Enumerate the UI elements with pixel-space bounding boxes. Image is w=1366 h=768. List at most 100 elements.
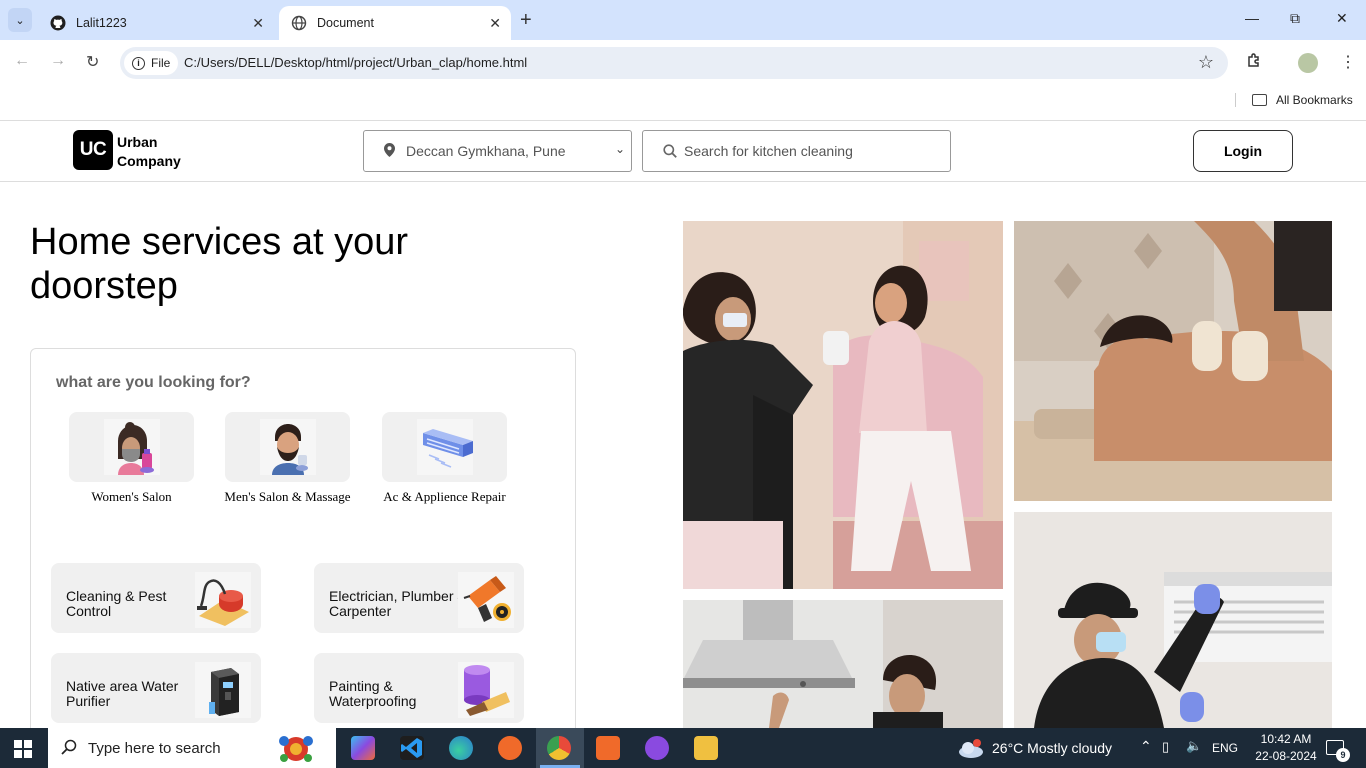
- clock-time: 10:42 AM: [1260, 732, 1312, 746]
- edge-icon[interactable]: [449, 736, 473, 760]
- category-label: Electrician, Plumber & Carpenter: [329, 588, 467, 619]
- service-tile[interactable]: [225, 412, 350, 482]
- logo-text[interactable]: Urban Company: [117, 133, 181, 171]
- web-page: UC Urban Company Deccan Gymkhana, Pune ⌄…: [0, 120, 1366, 728]
- chevron-down-icon: ⌄: [614, 142, 625, 156]
- forward-arrow-icon[interactable]: →: [50, 52, 66, 70]
- login-button[interactable]: Login: [1193, 130, 1293, 172]
- bookmarks-bar: All Bookmarks: [0, 86, 1366, 116]
- close-icon[interactable]: ✕: [489, 15, 501, 32]
- page-title: Home services at your doorstep: [30, 221, 409, 307]
- logo-line: Urban: [117, 134, 158, 150]
- paint-bucket-icon: [458, 662, 514, 718]
- search-input[interactable]: Search for kitchen cleaning: [642, 130, 951, 172]
- location-select[interactable]: Deccan Gymkhana, Pune ⌄: [363, 130, 632, 172]
- massage-photo: [1014, 221, 1332, 501]
- clock[interactable]: 10:42 AM 22-08-2024: [1251, 731, 1321, 765]
- copilot-icon[interactable]: [351, 736, 375, 760]
- finder-question: what are you looking for?: [56, 374, 251, 391]
- back-arrow-icon[interactable]: ←: [14, 52, 30, 70]
- url-text[interactable]: C:/Users/DELL/Desktop/html/project/Urban…: [184, 55, 527, 70]
- category-electrician[interactable]: Electrician, Plumber & Carpenter: [314, 563, 524, 633]
- search-highlight-icon: [279, 736, 313, 762]
- close-icon[interactable]: ✕: [252, 15, 264, 32]
- browser-toolbar: ← → ↻ i File C:/Users/DELL/Desktop/html/…: [0, 40, 1366, 86]
- globe-icon: [291, 15, 307, 31]
- service-tile[interactable]: [69, 412, 194, 482]
- logo-mark[interactable]: UC: [73, 130, 113, 170]
- ac-repair-icon: [416, 419, 473, 475]
- cloud-icon[interactable]: [957, 739, 985, 759]
- service-tile[interactable]: [382, 412, 507, 482]
- address-bar[interactable]: i File C:/Users/DELL/Desktop/html/projec…: [120, 47, 1228, 79]
- folder-icon: [1252, 94, 1267, 106]
- reload-icon[interactable]: ↻: [86, 52, 99, 72]
- menu-dots-icon[interactable]: ⋮: [1340, 52, 1356, 72]
- category-water-purifier[interactable]: Native area Water Purifier: [51, 653, 261, 723]
- clock-date: 22-08-2024: [1255, 749, 1317, 763]
- ac-service-photo: [1014, 512, 1332, 728]
- language-indicator[interactable]: ENG: [1212, 741, 1238, 755]
- all-bookmarks-link[interactable]: All Bookmarks: [1276, 93, 1353, 107]
- profile-avatar[interactable]: [1298, 53, 1318, 73]
- windows-taskbar: Type here to search 26°C Mostly cloudy ⌃…: [0, 728, 1366, 768]
- service-label: Ac & Applience Repair: [383, 489, 506, 504]
- chip-label: File: [151, 56, 171, 70]
- category-label: Painting & Waterproofing: [329, 678, 417, 709]
- chrome-icon[interactable]: [547, 736, 571, 760]
- divider: [1235, 93, 1236, 107]
- github-icon: [50, 15, 66, 31]
- service-women-salon[interactable]: Women's Salon: [69, 412, 194, 505]
- search-icon: [61, 739, 77, 755]
- category-painting[interactable]: Painting & Waterproofing: [314, 653, 524, 723]
- logo-line: Company: [117, 153, 181, 169]
- kitchen-chimney-photo: [683, 600, 1003, 728]
- chevron-up-icon[interactable]: ⌃: [1140, 738, 1152, 755]
- site-header: UC Urban Company Deccan Gymkhana, Pune ⌄…: [0, 120, 1366, 182]
- tab-label: Document: [317, 16, 374, 30]
- taskbar-search-placeholder: Type here to search: [88, 739, 221, 757]
- category-label: Native area Water Purifier: [66, 678, 179, 709]
- volume-icon[interactable]: 🔈: [1186, 738, 1202, 754]
- restore-icon[interactable]: ⧉: [1290, 10, 1300, 27]
- vacuum-icon: [195, 572, 251, 628]
- location-pin-icon: [384, 143, 395, 157]
- drill-icon: [458, 572, 514, 628]
- tab-strip: ⌄ Lalit1223 ✕ Document ✕ + — ⧉ ✕: [0, 0, 1366, 40]
- women-salon-icon: [103, 419, 160, 475]
- service-label: Men's Salon & Massage: [224, 489, 351, 504]
- info-icon: i: [132, 56, 145, 70]
- bookmark-star-icon[interactable]: ☆: [1198, 52, 1214, 73]
- men-salon-icon: [259, 419, 316, 475]
- app-icon[interactable]: [498, 736, 522, 760]
- category-cleaning[interactable]: Cleaning & Pest Control: [51, 563, 261, 633]
- file-explorer-icon[interactable]: [694, 736, 718, 760]
- search-icon: [663, 144, 677, 158]
- extensions-icon[interactable]: [1246, 52, 1263, 74]
- search-placeholder: Search for kitchen cleaning: [684, 143, 853, 159]
- weather-text[interactable]: 26°C Mostly cloudy: [992, 740, 1112, 756]
- service-men-salon[interactable]: Men's Salon & Massage: [224, 412, 351, 505]
- tab-document[interactable]: Document ✕: [279, 6, 511, 40]
- tab-label: Lalit1223: [76, 16, 127, 30]
- water-purifier-icon: [195, 662, 251, 718]
- salon-photo: [683, 221, 1003, 589]
- tab-github[interactable]: Lalit1223 ✕: [38, 6, 274, 40]
- notification-badge: 9: [1336, 748, 1350, 762]
- taskbar-search-input[interactable]: Type here to search: [48, 728, 336, 768]
- category-label: Cleaning & Pest Control: [66, 588, 167, 619]
- xampp-icon[interactable]: [596, 736, 620, 760]
- service-label: Women's Salon: [91, 489, 172, 504]
- vscode-icon[interactable]: [400, 736, 424, 760]
- windows-start-icon[interactable]: [14, 740, 32, 758]
- site-info-chip[interactable]: i File: [124, 51, 179, 75]
- github-desktop-icon[interactable]: [645, 736, 669, 760]
- tab-search-button[interactable]: ⌄: [8, 8, 32, 32]
- location-value: Deccan Gymkhana, Pune: [406, 143, 566, 159]
- service-ac-repair[interactable]: Ac & Applience Repair: [382, 412, 507, 505]
- service-finder-card: what are you looking for? Women's Salon: [30, 348, 576, 728]
- minimize-icon[interactable]: —: [1245, 10, 1259, 26]
- new-tab-button[interactable]: +: [520, 9, 532, 32]
- battery-icon[interactable]: ▯: [1162, 739, 1169, 755]
- close-window-icon[interactable]: ✕: [1336, 10, 1348, 27]
